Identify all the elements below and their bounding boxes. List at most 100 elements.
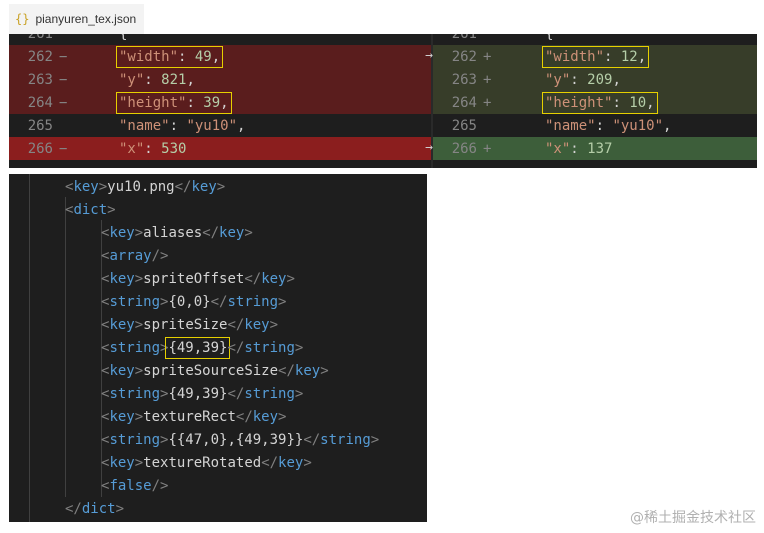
json-value: 821 — [161, 71, 187, 88]
added-marker: + — [483, 48, 492, 65]
line-number: 261 — [9, 34, 59, 42]
plist-line[interactable]: <false/> — [101, 474, 168, 497]
json-value: 10 — [629, 94, 647, 111]
code-line: { — [545, 34, 553, 42]
code-line: "y": 821, — [119, 71, 195, 88]
editor-tab[interactable]: {} pianyuren_tex.json — [9, 4, 144, 36]
xml-tag: <string> — [101, 385, 169, 402]
code-line: "y": 209, — [545, 71, 621, 88]
json-key: "y" — [119, 71, 145, 88]
json-key: "width" — [545, 48, 605, 65]
code-line: "name": "yu10", — [545, 117, 672, 134]
xml-tag: <string> — [101, 293, 169, 310]
json-value: 12 — [620, 48, 638, 65]
xml-tag: </string> — [303, 431, 380, 448]
json-value: 49 — [194, 48, 212, 65]
diff-line[interactable]: 264− "height": 39, — [9, 91, 431, 114]
watermark-text: @稀土掘金技术社区 — [630, 510, 756, 526]
plist-line[interactable]: <key> aliases </key> — [101, 221, 253, 244]
code-line: "x": 137 — [545, 140, 613, 157]
xml-tag: </dict> — [65, 500, 125, 517]
xml-text: aliases — [143, 224, 203, 241]
xml-tag: </key> — [174, 178, 226, 195]
xml-text: textureRect — [143, 408, 236, 425]
xml-text: spriteOffset — [143, 270, 245, 287]
plist-line[interactable]: <key> spriteSourceSize </key> — [101, 359, 329, 382]
diff-line[interactable]: 266− "x": 530 — [9, 137, 431, 160]
line-number: 266 — [451, 140, 477, 157]
code-line: "width": 49, — [115, 45, 224, 68]
removed-marker: − — [59, 94, 68, 111]
plist-line[interactable]: <string> {{47,0},{49,39}} </string> — [101, 428, 379, 451]
line-number: 266 — [27, 140, 53, 157]
diff-line[interactable]: 261 { — [433, 34, 757, 45]
xml-text: textureRotated — [143, 454, 262, 471]
plist-line[interactable]: <string> {0,0} </string> — [101, 290, 286, 313]
diff-modified-pane[interactable]: 261 {262 + "width": 12, 263 + "y": 209, 264 + "he… — [433, 34, 757, 168]
revert-change-arrow-icon[interactable]: → — [423, 48, 435, 63]
diff-line[interactable]: 261 { — [9, 34, 431, 45]
added-marker: + — [483, 140, 492, 157]
line-number: 264 — [27, 94, 53, 111]
diff-line[interactable]: 265 "name": "yu10", — [9, 114, 431, 137]
plist-line[interactable]: <key> spriteSize </key> — [101, 313, 278, 336]
json-key: "x" — [545, 140, 571, 157]
json-value: 137 — [587, 140, 613, 157]
line-number: 265 — [27, 117, 53, 134]
json-key: "name" — [119, 117, 170, 134]
xml-tag: </key> — [278, 362, 329, 379]
json-value: 39 — [203, 94, 221, 111]
json-key: "width" — [119, 48, 179, 65]
plist-line[interactable]: <string> {49,39} </string> — [101, 336, 303, 359]
removed-marker: − — [59, 48, 68, 65]
plist-editor-pane[interactable]: <key> yu10.png </key> <dict> <key> aliases </k… — [9, 174, 427, 522]
plist-line[interactable]: <string> {49,39} </string> — [101, 382, 303, 405]
xml-tag: <array/> — [101, 247, 169, 264]
xml-tag: <dict> — [65, 201, 116, 218]
diff-line[interactable]: 263− "y": 821, — [9, 68, 431, 91]
json-value: 530 — [161, 140, 187, 157]
plist-line[interactable]: <key> textureRect </key> — [101, 405, 286, 428]
plist-line[interactable]: </dict> — [65, 497, 124, 520]
code-line: "x": 530 — [119, 140, 187, 157]
line-number: 262 — [451, 48, 477, 65]
added-marker: + — [483, 71, 492, 88]
code-line: "height": 10, — [542, 91, 658, 114]
diff-line[interactable]: 263 + "y": 209, — [433, 68, 757, 91]
code-line: { — [119, 34, 127, 42]
xml-tag: <key> — [101, 224, 144, 241]
code-line: "name": "yu10", — [119, 117, 246, 134]
line-number: 263 — [27, 71, 53, 88]
json-file-icon: {} — [15, 12, 30, 26]
plist-line[interactable]: <key> spriteOffset </key> — [101, 267, 295, 290]
xml-tag: <key> — [101, 362, 144, 379]
diff-line[interactable]: 262− "width": 49, — [9, 45, 431, 68]
revert-change-arrow-icon[interactable]: → — [423, 140, 435, 155]
plist-line[interactable]: <array/> — [101, 244, 168, 267]
xml-tag: </key> — [244, 270, 295, 287]
xml-text: spriteSize — [143, 316, 228, 333]
json-value: "yu10" — [186, 117, 238, 134]
xml-tag: </key> — [261, 454, 312, 471]
plist-line[interactable]: <key> textureRotated </key> — [101, 451, 312, 474]
diff-line[interactable]: 265 "name": "yu10", — [433, 114, 757, 137]
xml-text: yu10.png — [107, 178, 175, 195]
line-number: 264 — [451, 94, 477, 111]
diff-line[interactable]: 264 + "height": 10, — [433, 91, 757, 114]
json-key: "x" — [119, 140, 145, 157]
xml-tag: <key> — [101, 408, 144, 425]
line-number: 262 — [27, 48, 53, 65]
json-key: "height" — [119, 94, 187, 111]
diff-line[interactable]: 262 + "width": 12, — [433, 45, 757, 68]
indent-guide — [65, 197, 66, 497]
xml-text: {{47,0},{49,39}} — [168, 431, 304, 448]
plist-line[interactable]: <dict> — [65, 198, 116, 221]
diff-line[interactable]: 266 + "x": 137 — [433, 137, 757, 160]
plist-line[interactable]: <key> yu10.png </key> — [65, 175, 225, 198]
line-number: 263 — [451, 71, 477, 88]
diff-original-pane[interactable]: 261{262−"width": 49,263−"y": 821,264−"he… — [9, 34, 431, 168]
xml-tag: <string> — [101, 339, 169, 356]
line-number: 261 — [433, 34, 483, 42]
json-key: "height" — [545, 94, 613, 111]
xml-tag: <key> — [101, 270, 144, 287]
